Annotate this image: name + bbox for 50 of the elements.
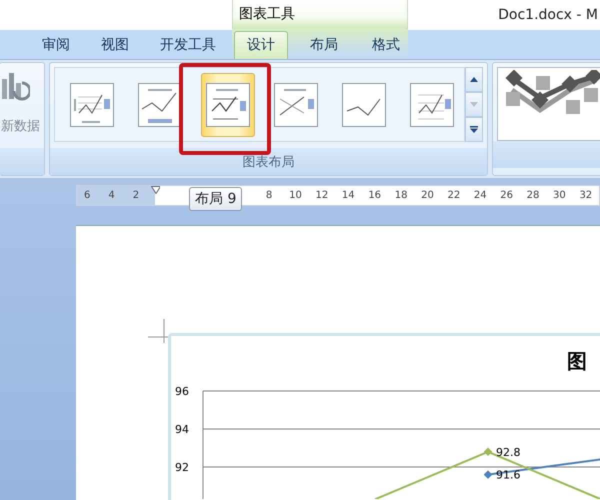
ruler-number: 2 — [132, 190, 140, 201]
chart-style-option[interactable] — [497, 67, 600, 141]
down-arrow-icon — [470, 102, 478, 107]
line-chart-layout-icon — [274, 82, 318, 126]
ruler-number: 24 — [472, 190, 488, 201]
window-title: Doc1.docx - M — [498, 7, 598, 23]
ribbon-tab[interactable]: 布局 — [298, 32, 350, 59]
indent-marker-icon[interactable] — [151, 186, 160, 194]
ruler-number: 16 — [367, 190, 382, 201]
ruler-number: 8 — [264, 190, 274, 201]
line-chart-layout-icon — [70, 82, 114, 126]
y-tick-label: 94 — [175, 423, 189, 436]
ribbon-tab[interactable]: 审阅 — [30, 32, 82, 59]
ruler-number: 28 — [526, 190, 540, 201]
ruler-number: 14 — [340, 190, 356, 201]
group-label-bar — [0, 148, 44, 175]
line-chart-layout-icon — [410, 82, 454, 126]
ribbon-tab[interactable]: 视图 — [89, 32, 141, 59]
expand-arrow-icon — [470, 126, 478, 133]
ruler-number: 30 — [552, 190, 567, 201]
line-chart-layout-icon — [138, 82, 182, 126]
expand-gallery-button[interactable] — [465, 117, 483, 142]
data-label: 92.8 — [496, 446, 520, 459]
group-label: 图表布局 — [242, 154, 294, 170]
ribbon-tab[interactable]: 开发工具 — [148, 32, 228, 59]
context-tab-group-header: 图表工具 — [232, 0, 408, 30]
y-tick-label: 92 — [175, 461, 189, 474]
chart-title: 图 — [567, 348, 587, 375]
data-label: 91.6 — [496, 468, 520, 482]
scroll-up-button[interactable] — [465, 67, 483, 92]
ruler-number: 18 — [394, 190, 408, 201]
data-point — [484, 470, 492, 479]
ruler-number: 6 — [84, 190, 90, 201]
chart-frame[interactable]: 图 92 94 96 92.8 91.6 — [168, 333, 600, 500]
ruler-number: 22 — [446, 190, 462, 201]
data-point — [484, 448, 492, 456]
ruler-number: 20 — [420, 190, 435, 201]
ribbon-tab[interactable]: 格式 — [360, 32, 412, 59]
y-tick-label: 96 — [175, 385, 189, 398]
line-chart-layout-icon — [342, 82, 386, 126]
ruler-number: 10 — [288, 190, 303, 201]
ruler-number: 4 — [108, 190, 115, 201]
tooltip: 布局 9 — [189, 187, 242, 211]
up-arrow-icon — [470, 77, 478, 82]
line-chart-layout-icon — [206, 82, 250, 126]
chart-layout-option[interactable] — [201, 72, 255, 136]
ruler-number: 26 — [499, 190, 514, 201]
ribbon-tab[interactable]: 设计 — [234, 31, 288, 59]
ruler-number: 12 — [314, 190, 330, 201]
ruler-number: 32 — [578, 190, 594, 201]
